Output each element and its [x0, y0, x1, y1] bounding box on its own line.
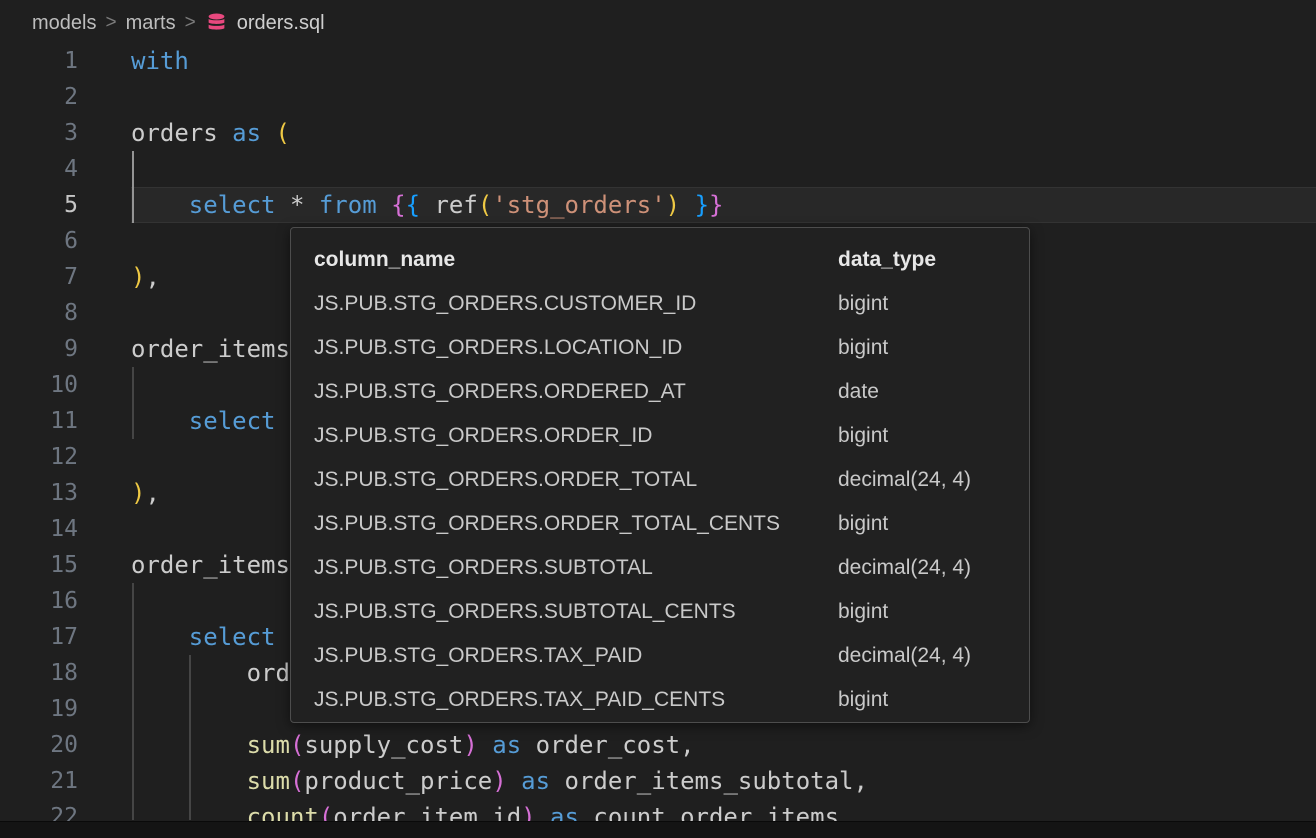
code-text: sum(supply_cost) as order_cost,: [131, 727, 695, 763]
data-type-cell: bigint: [838, 282, 888, 326]
column-row: JS.PUB.STG_ORDERS.TAX_PAID_CENTS bigint: [291, 678, 1029, 722]
column-name-cell: JS.PUB.STG_ORDERS.SUBTOTAL: [314, 556, 653, 579]
column-name-cell: JS.PUB.STG_ORDERS.LOCATION_ID: [314, 336, 682, 359]
code-text: select * from {{ ref('stg_orders') }}: [131, 187, 723, 223]
popup-rows: JS.PUB.STG_ORDERS.CUSTOMER_IDbigintJS.PU…: [291, 282, 1029, 722]
popup-header-row: column_name data_type: [291, 238, 1029, 282]
line-number[interactable]: 6: [0, 223, 78, 259]
popup-header-data-type: data_type: [838, 238, 936, 282]
code-text: with: [131, 43, 189, 79]
column-name-cell: JS.PUB.STG_ORDERS.TAX_PAID: [314, 644, 642, 667]
line-number[interactable]: 9: [0, 331, 78, 367]
code-text: sum(product_price) as order_items_subtot…: [131, 763, 868, 799]
code-text: ),: [131, 475, 160, 511]
line-number[interactable]: 21: [0, 763, 78, 799]
code-line-2[interactable]: 2: [0, 79, 1316, 115]
line-number[interactable]: 4: [0, 151, 78, 187]
data-type-cell: date: [838, 370, 879, 414]
data-type-cell: bigint: [838, 502, 888, 546]
column-row: JS.PUB.STG_ORDERS.ORDERED_AT date: [291, 370, 1029, 414]
line-number[interactable]: 19: [0, 691, 78, 727]
data-type-cell: decimal(24, 4): [838, 546, 971, 590]
line-number[interactable]: 5: [0, 187, 78, 223]
code-text: select: [131, 619, 276, 655]
line-number[interactable]: 10: [0, 367, 78, 403]
line-number[interactable]: 16: [0, 583, 78, 619]
code-line-21[interactable]: 21 sum(product_price) as order_items_sub…: [0, 763, 1316, 799]
code-line-3[interactable]: 3 orders as (: [0, 115, 1316, 151]
code-text: ),: [131, 259, 160, 295]
editor-bottom-edge: [0, 821, 1316, 838]
column-row: JS.PUB.STG_ORDERS.LOCATION_ID bigint: [291, 326, 1029, 370]
column-name-cell: JS.PUB.STG_ORDERS.TAX_PAID_CENTS: [314, 688, 725, 711]
line-number[interactable]: 8: [0, 295, 78, 331]
line-number[interactable]: 15: [0, 547, 78, 583]
column-row: JS.PUB.STG_ORDERS.CUSTOMER_ID bigint: [291, 282, 1029, 326]
data-type-cell: bigint: [838, 678, 888, 722]
column-name-cell: JS.PUB.STG_ORDERS.ORDER_ID: [314, 424, 652, 447]
line-number[interactable]: 20: [0, 727, 78, 763]
column-row: JS.PUB.STG_ORDERS.SUBTOTAL_CENTS bigint: [291, 590, 1029, 634]
column-row: JS.PUB.STG_ORDERS.ORDER_TOTAL decimal(24,…: [291, 458, 1029, 502]
popup-header-column-name: column_name: [314, 248, 455, 271]
line-number[interactable]: 17: [0, 619, 78, 655]
code-text: order_items: [131, 547, 290, 583]
column-row: JS.PUB.STG_ORDERS.ORDER_TOTAL_CENTS bigin…: [291, 502, 1029, 546]
column-name-cell: JS.PUB.STG_ORDERS.ORDER_TOTAL: [314, 468, 697, 491]
column-name-cell: JS.PUB.STG_ORDERS.CUSTOMER_ID: [314, 292, 696, 315]
column-row: JS.PUB.STG_ORDERS.TAX_PAID decimal(24, 4): [291, 634, 1029, 678]
column-row: JS.PUB.STG_ORDERS.SUBTOTAL decimal(24, 4): [291, 546, 1029, 590]
code-text: orders as (: [131, 115, 290, 151]
line-number[interactable]: 7: [0, 259, 78, 295]
column-row: JS.PUB.STG_ORDERS.ORDER_ID bigint: [291, 414, 1029, 458]
column-info-popup: column_name data_type JS.PUB.STG_ORDERS.…: [290, 227, 1030, 723]
code-text: ord: [131, 655, 290, 691]
code-text: select: [131, 403, 276, 439]
line-number[interactable]: 2: [0, 79, 78, 115]
line-number[interactable]: 14: [0, 511, 78, 547]
line-number[interactable]: 1: [0, 43, 78, 79]
column-name-cell: JS.PUB.STG_ORDERS.SUBTOTAL_CENTS: [314, 600, 736, 623]
line-number[interactable]: 12: [0, 439, 78, 475]
code-line-1[interactable]: 1 with: [0, 43, 1316, 79]
code-text: order_items: [131, 331, 290, 367]
data-type-cell: bigint: [838, 326, 888, 370]
data-type-cell: decimal(24, 4): [838, 634, 971, 678]
code-line-5[interactable]: 5 select * from {{ ref('stg_orders') }}: [0, 187, 1316, 223]
column-name-cell: JS.PUB.STG_ORDERS.ORDERED_AT: [314, 380, 686, 403]
line-number[interactable]: 3: [0, 115, 78, 151]
data-type-cell: bigint: [838, 414, 888, 458]
editor-window: models > marts > orders.sql 1with23order…: [0, 0, 1316, 838]
line-number[interactable]: 18: [0, 655, 78, 691]
data-type-cell: bigint: [838, 590, 888, 634]
data-type-cell: decimal(24, 4): [838, 458, 971, 502]
line-number[interactable]: 11: [0, 403, 78, 439]
code-line-4[interactable]: 4: [0, 151, 1316, 187]
line-number[interactable]: 13: [0, 475, 78, 511]
code-line-20[interactable]: 20 sum(supply_cost) as order_cost,: [0, 727, 1316, 763]
column-name-cell: JS.PUB.STG_ORDERS.ORDER_TOTAL_CENTS: [314, 512, 780, 535]
